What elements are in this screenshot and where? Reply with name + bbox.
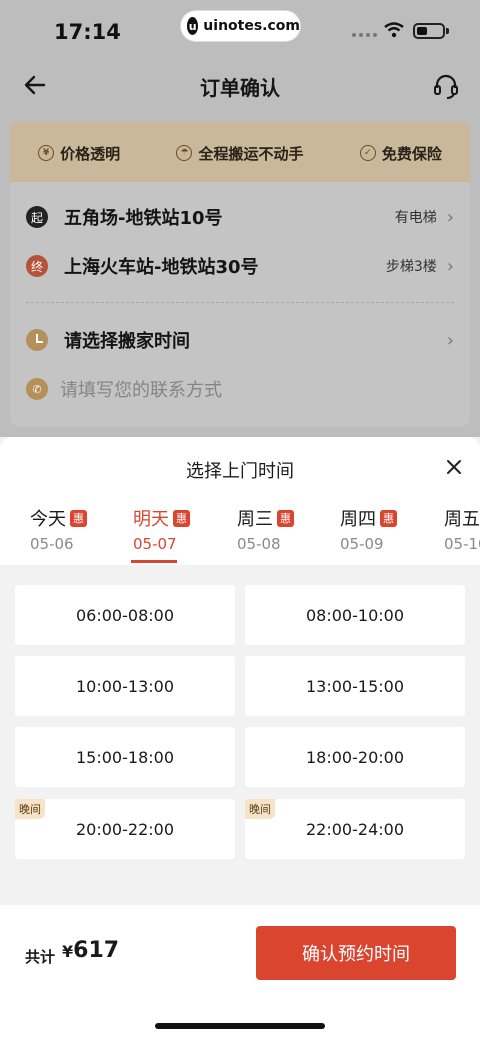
tab-thursday[interactable]: 周四惠 05-09: [340, 505, 430, 565]
page-title: 订单确认: [200, 76, 280, 100]
tab-day-label: 今天: [30, 509, 66, 530]
promise-label: 免费保险: [381, 144, 442, 163]
destination-address-row[interactable]: 终 上海火车站-地铁站30号 步梯3楼 ›: [26, 251, 454, 281]
destination-badge: 终: [26, 255, 48, 277]
total-amount: 617: [73, 938, 120, 963]
time-slots-grid: 06:00-08:00 08:00-10:00 10:00-13:00 13:0…: [0, 565, 480, 905]
slot-time: 10:00-13:00: [76, 676, 174, 696]
tab-date-label: 05-10: [444, 535, 480, 553]
destination-floor: 步梯3楼: [385, 259, 437, 275]
watermark-text: uinotes.com: [203, 18, 300, 34]
phone-icon: ✆: [26, 378, 48, 400]
origin-floor: 有电梯: [394, 210, 437, 226]
tab-day-label: 周三: [237, 509, 273, 530]
sheet-title: 选择上门时间: [186, 461, 294, 482]
shield-icon: ✓: [359, 145, 376, 161]
moving-time-label: 请选择搬家时间: [64, 331, 190, 352]
tab-wednesday[interactable]: 周三惠 05-08: [237, 505, 327, 565]
promise-full-moving: ☂ 全程搬运不动手: [176, 143, 304, 164]
time-slot[interactable]: 06:00-08:00: [15, 585, 235, 645]
battery-tip: [446, 28, 449, 34]
discount-badge: 惠: [277, 509, 294, 527]
promise-price-transparent: ¥ 价格透明: [38, 143, 120, 164]
total-price: ¥617: [62, 938, 119, 963]
slot-time: 13:00-15:00: [306, 676, 404, 696]
umbrella-icon: ☂: [176, 145, 193, 161]
tab-day-label: 周五: [444, 509, 480, 530]
slot-time: 18:00-20:00: [306, 747, 404, 767]
origin-address-row[interactable]: 起 五角场-地铁站10号 有电梯 ›: [26, 202, 454, 232]
evening-tag: 晚间: [15, 799, 45, 819]
contact-row[interactable]: ✆ 请填写您的联系方式: [26, 374, 454, 404]
close-icon[interactable]: [444, 457, 464, 477]
slot-time: 20:00-22:00: [76, 819, 174, 839]
moving-time-row[interactable]: 请选择搬家时间 ›: [26, 325, 454, 355]
discount-badge: 惠: [380, 509, 397, 527]
status-time: 17:14: [54, 20, 121, 44]
clock-icon: [26, 329, 48, 351]
tab-date-label: 05-09: [340, 535, 384, 553]
evening-tag: 晚间: [245, 799, 275, 819]
origin-badge: 起: [26, 206, 48, 228]
headset-icon[interactable]: [432, 72, 460, 100]
slot-time: 15:00-18:00: [76, 747, 174, 767]
promise-label: 全程搬运不动手: [198, 144, 304, 163]
confirm-time-button[interactable]: 确认预约时间: [256, 926, 456, 980]
tab-date-label: 05-08: [237, 535, 281, 553]
currency-symbol: ¥: [62, 942, 74, 961]
tab-date-label: 05-07: [133, 535, 177, 553]
battery-icon: [413, 23, 445, 39]
slot-time: 22:00-24:00: [306, 819, 404, 839]
time-slot[interactable]: 15:00-18:00: [15, 727, 235, 787]
time-slot[interactable]: 晚间 22:00-24:00: [245, 799, 465, 859]
tab-day-label: 周四: [340, 509, 376, 530]
active-tab-underline: [131, 560, 177, 563]
time-slot[interactable]: 晚间 20:00-22:00: [15, 799, 235, 859]
promise-label: 价格透明: [60, 144, 121, 163]
slot-time: 06:00-08:00: [76, 605, 174, 625]
tab-tomorrow[interactable]: 明天惠 05-07: [131, 505, 223, 565]
watermark-logo-icon: u: [187, 17, 199, 35]
address-card: 起 五角场-地铁站10号 有电梯 › 终 上海火车站-地铁站30号 步梯3楼 ›…: [10, 182, 470, 427]
time-slot[interactable]: 08:00-10:00: [245, 585, 465, 645]
time-slot[interactable]: 13:00-15:00: [245, 656, 465, 716]
cellular-signal-icon: [352, 33, 377, 37]
slot-time: 08:00-10:00: [306, 605, 404, 625]
total-label: 共计: [25, 948, 56, 966]
discount-badge: 惠: [70, 509, 87, 527]
service-promise-bar: ¥ 价格透明 ☂ 全程搬运不动手 ✓ 免费保险: [10, 122, 470, 184]
promise-free-insurance: ✓ 免费保险: [359, 143, 442, 164]
tab-today[interactable]: 今天惠 05-06: [30, 505, 120, 565]
status-bar: 17:14 u uinotes.com: [0, 0, 480, 60]
home-indicator: [155, 1023, 325, 1029]
wifi-icon: [384, 22, 404, 38]
origin-address: 五角场-地铁站10号: [64, 208, 223, 229]
watermark-pill: u uinotes.com: [181, 11, 300, 41]
time-slot[interactable]: 18:00-20:00: [245, 727, 465, 787]
chevron-right-icon: ›: [446, 329, 454, 351]
dashed-divider: [26, 302, 454, 303]
chevron-right-icon: ›: [446, 255, 454, 277]
time-slot[interactable]: 10:00-13:00: [15, 656, 235, 716]
tab-date-label: 05-06: [30, 535, 74, 553]
chevron-right-icon: ›: [446, 206, 454, 228]
order-confirm-page: 订单确认 ¥ 价格透明 ☂ 全程搬运不动手 ✓ 免费保险 起 五角场-地铁站10…: [0, 60, 480, 437]
footer-bar: 共计 ¥617 确认预约时间: [0, 908, 480, 1039]
destination-address: 上海火车站-地铁站30号: [64, 257, 259, 278]
date-tabs: 今天惠 05-06 明天惠 05-07 周三惠 05-08 周四惠 05-09 …: [0, 505, 480, 565]
tab-day-label: 明天: [133, 509, 169, 530]
discount-badge: 惠: [173, 509, 190, 527]
contact-input[interactable]: 请填写您的联系方式: [60, 376, 454, 402]
yuan-icon: ¥: [38, 145, 55, 161]
tab-friday[interactable]: 周五 05-10: [444, 505, 480, 565]
